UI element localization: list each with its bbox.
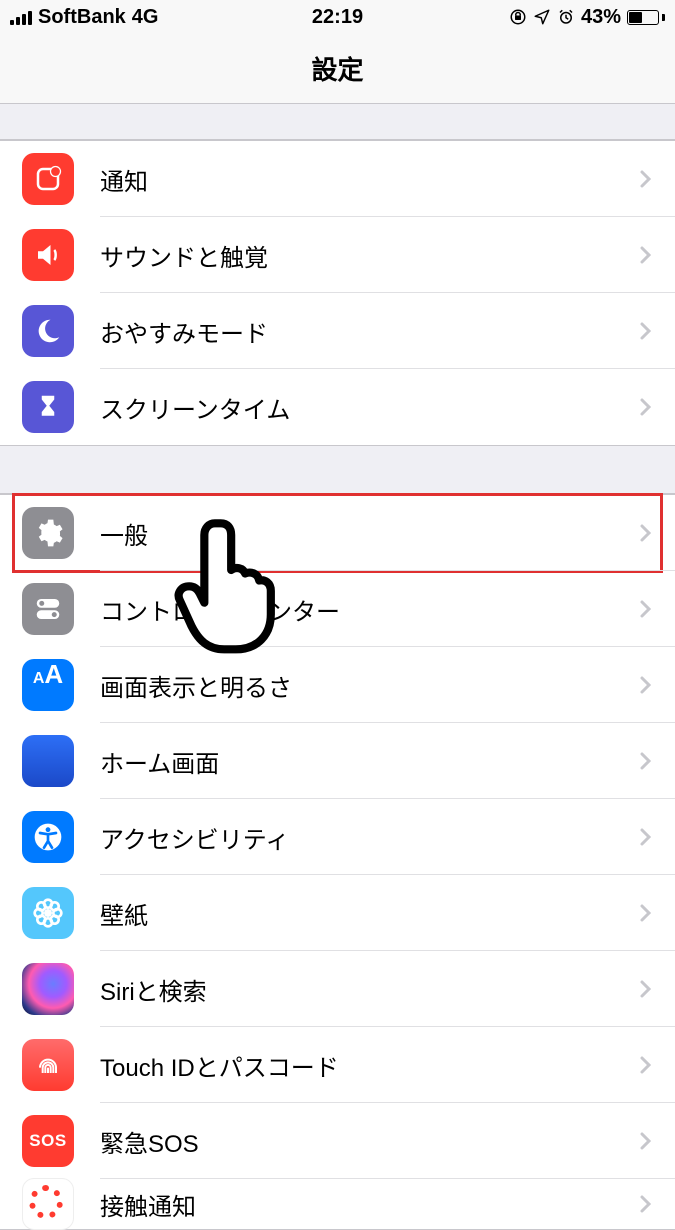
section-gap: [0, 104, 675, 140]
row-siri-search[interactable]: Siriと検索: [0, 951, 675, 1027]
row-label: Touch IDとパスコード: [100, 1048, 633, 1083]
row-label: アクセシビリティ: [100, 820, 633, 855]
row-emergency-sos[interactable]: SOS 緊急SOS: [0, 1103, 675, 1179]
page-title: 設定: [311, 50, 363, 87]
nav-bar: 設定: [0, 34, 675, 104]
chevron-right-icon: [633, 395, 657, 419]
network-label: 4G: [132, 6, 159, 29]
status-left: SoftBank 4G: [10, 6, 158, 29]
battery-icon: [627, 10, 665, 25]
row-touch-id-passcode[interactable]: Touch IDとパスコード: [0, 1027, 675, 1103]
chevron-right-icon: [633, 1192, 657, 1216]
notifications-icon: [22, 153, 74, 205]
chevron-right-icon: [633, 749, 657, 773]
row-control-center[interactable]: コントロールセンター: [0, 571, 675, 647]
row-notifications[interactable]: 通知: [0, 141, 675, 217]
chevron-right-icon: [633, 521, 657, 545]
row-label: 接触通知: [100, 1187, 633, 1222]
gear-icon: [22, 507, 74, 559]
sounds-icon: [22, 229, 74, 281]
moon-icon: [22, 305, 74, 357]
alarm-icon: [557, 8, 575, 26]
row-label: コントロールセンター: [100, 592, 633, 627]
text-size-icon: AA: [22, 659, 74, 711]
row-label: サウンドと触覚: [100, 238, 633, 273]
chevron-right-icon: [633, 1129, 657, 1153]
row-label: おやすみモード: [100, 314, 633, 349]
row-home-screen[interactable]: ホーム画面: [0, 723, 675, 799]
row-label: スクリーンタイム: [100, 390, 633, 425]
clock-label: 22:19: [312, 6, 363, 29]
row-do-not-disturb[interactable]: おやすみモード: [0, 293, 675, 369]
exposure-icon: [22, 1178, 74, 1230]
signal-icon: [10, 9, 32, 25]
chevron-right-icon: [633, 243, 657, 267]
row-label: 壁紙: [100, 896, 633, 931]
orientation-lock-icon: [509, 8, 527, 26]
row-label: 緊急SOS: [100, 1124, 633, 1159]
siri-icon: [22, 963, 74, 1015]
chevron-right-icon: [633, 597, 657, 621]
chevron-right-icon: [633, 167, 657, 191]
carrier-label: SoftBank: [38, 6, 126, 29]
chevron-right-icon: [633, 825, 657, 849]
row-display-brightness[interactable]: AA 画面表示と明るさ: [0, 647, 675, 723]
home-grid-icon: [22, 735, 74, 787]
chevron-right-icon: [633, 1053, 657, 1077]
row-wallpaper[interactable]: 壁紙: [0, 875, 675, 951]
location-icon: [533, 8, 551, 26]
sos-icon: SOS: [22, 1115, 74, 1167]
fingerprint-icon: [22, 1039, 74, 1091]
row-exposure-notification[interactable]: 接触通知: [0, 1179, 675, 1229]
row-label: 通知: [100, 162, 633, 197]
hourglass-icon: [22, 381, 74, 433]
row-accessibility[interactable]: アクセシビリティ: [0, 799, 675, 875]
status-bar: SoftBank 4G 22:19 43%: [0, 0, 675, 34]
accessibility-icon: [22, 811, 74, 863]
chevron-right-icon: [633, 977, 657, 1001]
chevron-right-icon: [633, 319, 657, 343]
battery-percent-label: 43%: [581, 6, 621, 29]
row-label: 一般: [100, 516, 633, 551]
flower-icon: [22, 887, 74, 939]
chevron-right-icon: [633, 673, 657, 697]
status-right: 43%: [509, 6, 665, 29]
settings-group-1: 通知 サウンドと触覚 おやすみモード スクリーンタイム: [0, 140, 675, 446]
section-gap: [0, 446, 675, 494]
row-label: ホーム画面: [100, 744, 633, 779]
toggles-icon: [22, 583, 74, 635]
chevron-right-icon: [633, 901, 657, 925]
row-sounds[interactable]: サウンドと触覚: [0, 217, 675, 293]
row-screen-time[interactable]: スクリーンタイム: [0, 369, 675, 445]
row-label: Siriと検索: [100, 972, 633, 1007]
settings-group-2: 一般 コントロールセンター AA 画面表示と明るさ ホーム画面 アクセ: [0, 494, 675, 1230]
row-general[interactable]: 一般: [0, 495, 675, 571]
row-label: 画面表示と明るさ: [100, 668, 633, 703]
